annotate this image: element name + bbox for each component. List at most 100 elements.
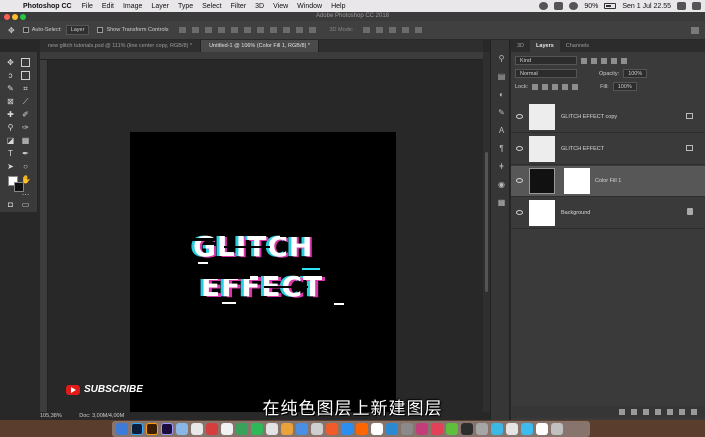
layer-color-fill-1[interactable]: Color Fill 1 (511, 166, 705, 197)
type-tool-icon[interactable]: T (6, 149, 15, 158)
app-icon[interactable] (536, 423, 548, 435)
minimize-window-button[interactable] (12, 14, 18, 20)
lasso-tool-icon[interactable]: ↄ (6, 71, 15, 80)
transform-controls-checkbox[interactable] (97, 27, 104, 33)
close-window-button[interactable] (4, 14, 10, 20)
shape-tool-icon[interactable]: ○ (21, 162, 30, 171)
menu-file[interactable]: File (82, 3, 93, 10)
distribute-left-icon[interactable] (295, 27, 303, 33)
filter-pixel-icon[interactable] (581, 57, 587, 64)
app-icon[interactable] (476, 423, 488, 435)
align-left-icon[interactable] (217, 27, 225, 33)
libraries-panel-icon[interactable]: ◉ (497, 180, 506, 189)
layer-name[interactable]: GLITCH EFFECT copy (561, 114, 617, 120)
layer-thumbnail[interactable] (529, 200, 555, 226)
tab-channels[interactable]: Channels (560, 40, 595, 52)
menu-select[interactable]: Select (202, 3, 221, 10)
layer-name[interactable]: Color Fill 1 (595, 178, 621, 184)
fill-field[interactable]: 100% (612, 82, 637, 91)
app-icon[interactable] (356, 423, 368, 435)
clone-stamp-icon[interactable]: ⚲ (6, 123, 15, 132)
vertical-ruler[interactable] (40, 60, 48, 412)
tab-layers[interactable]: Layers (530, 40, 560, 52)
auto-select-dropdown[interactable]: Layer (65, 25, 90, 35)
glitch-text-artwork[interactable]: GLITCH GLITCH GLITCH EFFECT EFFECT EFFEC… (184, 226, 352, 306)
finder-icon[interactable] (116, 423, 128, 435)
layer-name[interactable]: Background (561, 210, 590, 216)
3d-roll-icon[interactable] (376, 27, 384, 33)
auto-select-checkbox[interactable] (22, 27, 29, 33)
app-icon[interactable] (311, 423, 323, 435)
app-icon[interactable] (296, 423, 308, 435)
tab-3d[interactable]: 3D (511, 40, 530, 52)
menu-3d[interactable]: 3D (255, 3, 264, 10)
distribute-right-icon[interactable] (308, 27, 316, 33)
healing-brush-icon[interactable]: ✚ (6, 110, 15, 119)
menu-window[interactable]: Window (297, 3, 322, 10)
eraser-tool-icon[interactable]: ◪ (6, 136, 15, 145)
menu-type[interactable]: Type (178, 3, 193, 10)
tab-untitled-1[interactable]: Untitled-1 @ 106% (Color Fill 1, RGB/8) … (201, 40, 320, 52)
messages-icon[interactable] (236, 423, 248, 435)
app-icon[interactable] (506, 423, 518, 435)
brush-tool-icon[interactable]: ✐ (21, 110, 30, 119)
app-icon[interactable] (176, 423, 188, 435)
app-icon[interactable] (491, 423, 503, 435)
photoshop-icon[interactable] (131, 423, 143, 435)
clock[interactable]: Sen 1 Jul 22.55 (622, 3, 671, 10)
trash-icon[interactable] (551, 423, 563, 435)
layer-thumbnail[interactable] (529, 104, 555, 130)
chrome-icon[interactable] (281, 423, 293, 435)
distribute-middle-icon[interactable] (269, 27, 277, 33)
swatches-panel-icon[interactable]: ▦ (497, 198, 506, 207)
fill-layer-thumbnail[interactable] (529, 168, 555, 194)
app-icon[interactable] (521, 423, 533, 435)
3d-rotate-icon[interactable] (363, 27, 371, 33)
align-right-icon[interactable] (243, 27, 251, 33)
zoom-window-button[interactable] (20, 14, 26, 20)
filter-shape-icon[interactable] (611, 57, 617, 64)
visibility-eye-icon[interactable] (516, 210, 523, 215)
3d-scale-icon[interactable] (415, 27, 423, 33)
search-icon[interactable] (677, 2, 686, 10)
gradient-tool-icon[interactable]: ▦ (21, 136, 30, 145)
tab-glitch-tutorials[interactable]: new glitch tutorials.psd @ 111% (line ce… (40, 40, 202, 52)
visibility-eye-icon[interactable] (516, 146, 523, 151)
properties-panel-icon[interactable]: ▤ (497, 72, 506, 81)
facetime-icon[interactable] (251, 423, 263, 435)
adjustments-panel-icon[interactable]: ◐ (497, 90, 506, 99)
distribute-bottom-icon[interactable] (282, 27, 290, 33)
app-icon[interactable] (266, 423, 278, 435)
app-icon[interactable] (416, 423, 428, 435)
airplay-icon[interactable] (554, 2, 564, 10)
screen-mode-icon[interactable]: ▭ (21, 200, 30, 209)
menu-app-name[interactable]: Photoshop CC (23, 3, 72, 10)
3d-slide-icon[interactable] (402, 27, 410, 33)
horizontal-ruler[interactable] (40, 52, 483, 60)
battery-icon[interactable] (604, 3, 617, 9)
pen-tool-icon[interactable]: ✒ (21, 149, 30, 158)
align-top-icon[interactable] (178, 27, 186, 33)
lock-transparent-icon[interactable] (532, 83, 539, 90)
app-icon[interactable] (446, 423, 458, 435)
frame-tool-icon[interactable]: ⊠ (6, 97, 15, 106)
canvas-scrollbar[interactable] (483, 52, 490, 412)
brush-panel-icon[interactable]: ✎ (497, 108, 506, 117)
app-icon[interactable] (401, 423, 413, 435)
history-panel-icon[interactable]: ⚲ (497, 54, 506, 63)
3d-pan-icon[interactable] (389, 27, 397, 33)
menu-edit[interactable]: Edit (102, 3, 114, 10)
creative-cloud-icon[interactable] (539, 2, 549, 10)
app-icon[interactable] (371, 423, 383, 435)
move-tool-icon[interactable]: ✥ (6, 58, 15, 67)
filter-type-icon[interactable] (601, 57, 607, 64)
move-tool-icon[interactable]: ✥ (8, 26, 15, 35)
app-icon[interactable] (341, 423, 353, 435)
app-icon[interactable] (431, 423, 443, 435)
filter-smart-icon[interactable] (621, 57, 627, 64)
wifi-icon[interactable] (569, 2, 579, 10)
opacity-field[interactable]: 100% (623, 69, 648, 78)
workspace-switcher-icon[interactable] (691, 27, 699, 34)
visibility-eye-icon[interactable] (516, 178, 523, 183)
kind-filter-dropdown[interactable]: Kind (515, 56, 577, 65)
